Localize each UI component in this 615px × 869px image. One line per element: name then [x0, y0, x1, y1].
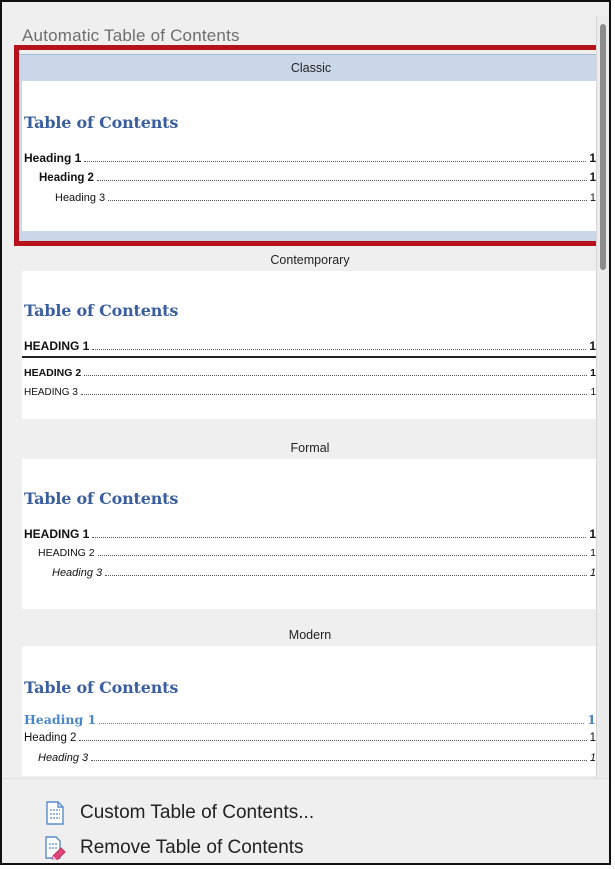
remove-toc-icon — [44, 836, 66, 861]
preview-classic: Table of Contents Heading 11 Heading 21 … — [22, 81, 598, 231]
remove-toc-label: Remove Table of Contents — [80, 837, 304, 858]
custom-toc-button[interactable]: Custom Table of Contents... — [44, 801, 314, 825]
toc-entry-heading-2: Heading 21 — [24, 732, 596, 744]
style-name-formal: Formal — [290, 441, 330, 455]
scrollbar[interactable] — [596, 16, 609, 781]
style-name-modern: Modern — [288, 628, 332, 642]
preview-modern: Table of Contents Heading 11 Heading 21 … — [22, 646, 598, 776]
scrollbar-thumb[interactable] — [600, 24, 606, 270]
toc-entry-heading-1: Heading 11 — [24, 712, 596, 727]
toc-entry-heading-2: Heading 21 — [39, 172, 596, 184]
custom-toc-label: Custom Table of Contents... — [80, 802, 315, 823]
toc-settings-icon — [44, 801, 66, 825]
toc-entry-heading-1: HEADING 11 — [24, 339, 596, 353]
toc-entry-heading-3: Heading 31 — [52, 567, 596, 579]
gallery-item-classic[interactable]: Classic Table of Contents Heading 11 Hea… — [15, 54, 607, 244]
toc-gallery-panel: Automatic Table of Contents Classic Tabl… — [0, 0, 611, 865]
toc-entry-heading-1: Heading 11 — [24, 151, 596, 165]
remove-toc-button[interactable]: Remove Table of Contents — [44, 836, 304, 861]
toc-entry-heading-2: HEADING 21 — [24, 367, 596, 379]
preview-title: Table of Contents — [24, 301, 179, 320]
gallery-item-contemporary[interactable]: Contemporary Table of Contents HEADING 1… — [16, 247, 604, 423]
toc-entry-heading-1: HEADING 11 — [24, 527, 596, 541]
preview-title: Table of Contents — [24, 489, 179, 508]
gallery-item-modern[interactable]: Modern Table of Contents Heading 11 Head… — [16, 622, 604, 778]
style-name-classic: Classic — [290, 61, 332, 75]
preview-formal: Table of Contents HEADING 11 HEADING 21 … — [22, 459, 598, 609]
preview-title: Table of Contents — [24, 678, 179, 697]
divider-rule — [22, 356, 596, 358]
style-name-contemporary: Contemporary — [270, 253, 350, 267]
gallery-item-formal[interactable]: Formal Table of Contents HEADING 11 HEAD… — [16, 435, 604, 611]
toc-entry-heading-3: Heading 31 — [55, 192, 596, 204]
commands-bar: Custom Table of Contents... Remove Table… — [2, 778, 609, 863]
preview-title: Table of Contents — [24, 113, 179, 132]
section-title: Automatic Table of Contents — [22, 26, 240, 45]
toc-entry-heading-2: HEADING 21 — [38, 547, 596, 559]
toc-entry-heading-3: HEADING 31 — [24, 387, 596, 398]
preview-contemporary: Table of Contents HEADING 11 HEADING 21 … — [22, 271, 598, 419]
toc-entry-heading-3: Heading 31 — [38, 752, 596, 764]
